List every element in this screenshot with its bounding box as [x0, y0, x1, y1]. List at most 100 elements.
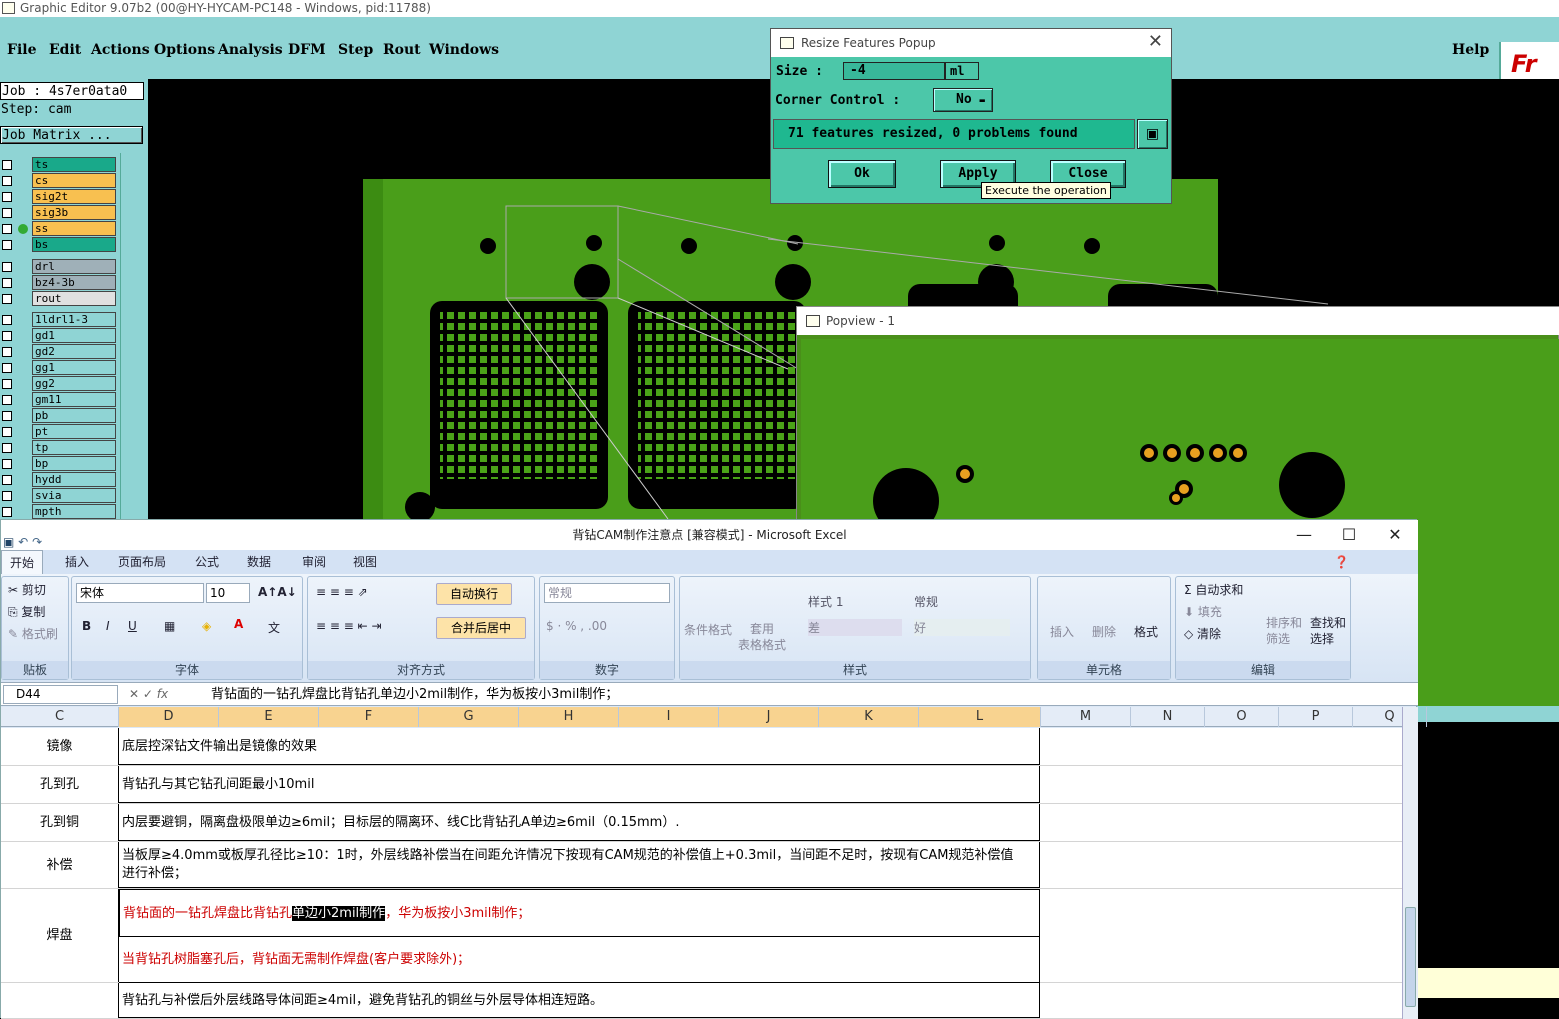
layer-row[interactable]: sig3b: [0, 205, 118, 220]
cell-c[interactable]: [1, 983, 119, 1018]
layer-name[interactable]: gd2: [32, 344, 116, 359]
format-cells-button[interactable]: 格式: [1134, 623, 1158, 640]
insert-cells-button[interactable]: 插入: [1050, 623, 1074, 640]
layer-row[interactable]: gg2: [0, 376, 118, 391]
conditional-format-button[interactable]: 条件格式: [684, 621, 732, 638]
layer-row[interactable]: gd2: [0, 344, 118, 359]
style-good[interactable]: 好: [914, 619, 1010, 636]
clear-button[interactable]: ◇ 清除: [1184, 625, 1221, 642]
job-matrix-button[interactable]: Job Matrix ...: [0, 126, 143, 144]
column-header[interactable]: P: [1279, 707, 1353, 727]
table-row[interactable]: 焊盘 背钻面的一钻孔焊盘比背钻孔单边小2mil制作，华为板按小3mil制作； 当…: [1, 889, 1402, 983]
layer-checkbox[interactable]: [2, 278, 12, 288]
layer-row[interactable]: gg1: [0, 360, 118, 375]
layer-checkbox[interactable]: [2, 395, 12, 405]
cell-c[interactable]: 孔到铜: [1, 804, 119, 841]
layer-row[interactable]: hydd: [0, 472, 118, 487]
layer-row[interactable]: drl: [0, 259, 118, 274]
maximize-icon[interactable]: ☐: [1329, 520, 1369, 550]
layer-checkbox[interactable]: [2, 224, 12, 234]
layer-name[interactable]: hydd: [32, 472, 116, 487]
menu-rout[interactable]: Rout: [383, 42, 421, 58]
cut-button[interactable]: ✂ 剪切: [8, 581, 46, 598]
tab-insert[interactable]: 插入: [65, 550, 89, 574]
menu-actions[interactable]: Actions: [91, 42, 150, 58]
menu-dfm[interactable]: DFM: [288, 42, 326, 58]
layer-checkbox[interactable]: [2, 427, 12, 437]
layer-name[interactable]: bs: [32, 237, 116, 252]
layer-name[interactable]: sig2t: [32, 189, 116, 204]
menu-help[interactable]: Help: [1452, 42, 1489, 58]
font-size-select[interactable]: 10: [206, 583, 250, 603]
menu-options[interactable]: Options: [154, 42, 215, 58]
layer-name[interactable]: pt: [32, 424, 116, 439]
layer-row[interactable]: rout: [0, 291, 118, 306]
layer-row[interactable]: tp: [0, 440, 118, 455]
tab-data[interactable]: 数据: [247, 550, 271, 574]
style-normal[interactable]: 常规: [914, 593, 938, 610]
layer-checkbox[interactable]: [2, 507, 12, 517]
menu-edit[interactable]: Edit: [49, 42, 81, 58]
layer-row[interactable]: ts: [0, 157, 118, 172]
column-header[interactable]: L: [919, 707, 1041, 727]
cell-d[interactable]: 当板厚≥4.0mm或板厚孔径比≥10：1时，外层线路补偿当在间距允许情况下按现有…: [119, 842, 1040, 888]
cell-c[interactable]: 补偿: [1, 842, 119, 888]
vertical-scrollbar[interactable]: [1402, 707, 1418, 1019]
layer-checkbox[interactable]: [2, 363, 12, 373]
scroll-thumb[interactable]: [1405, 907, 1416, 1007]
find-select-button[interactable]: 查找和 选择: [1310, 615, 1346, 647]
layer-checkbox[interactable]: [2, 192, 12, 202]
layer-row[interactable]: gm11: [0, 392, 118, 407]
layer-row[interactable]: bp: [0, 456, 118, 471]
cell-c[interactable]: 镜像: [1, 728, 119, 765]
cell-c[interactable]: 焊盘: [1, 889, 119, 982]
layer-name[interactable]: sig3b: [32, 205, 116, 220]
report-icon[interactable]: ▣: [1137, 119, 1168, 149]
layer-row[interactable]: mpth: [0, 504, 118, 519]
layer-row[interactable]: cs: [0, 173, 118, 188]
layer-name[interactable]: gd1: [32, 328, 116, 343]
tab-page-layout[interactable]: 页面布局: [118, 550, 166, 574]
column-header[interactable]: O: [1205, 707, 1279, 727]
tab-view[interactable]: 视图: [353, 550, 377, 574]
layer-row[interactable]: sig2t: [0, 189, 118, 204]
column-header[interactable]: K: [819, 707, 919, 727]
wrap-text-button[interactable]: 自动换行: [436, 583, 512, 605]
delete-cells-button[interactable]: 删除: [1092, 623, 1116, 640]
layer-name[interactable]: drl: [32, 259, 116, 274]
column-header[interactable]: M: [1041, 707, 1131, 727]
fx-icon[interactable]: ✕ ✓ fx: [129, 685, 168, 704]
name-box[interactable]: D44: [3, 685, 118, 704]
formula-input[interactable]: 背钻面的一钻孔焊盘比背钻孔单边小2mil制作，华为板按小3mil制作；: [211, 685, 618, 704]
tab-home[interactable]: 开始: [1, 550, 44, 574]
layer-checkbox[interactable]: [2, 347, 12, 357]
layer-checkbox[interactable]: [2, 331, 12, 341]
layer-name[interactable]: gg1: [32, 360, 116, 375]
column-header[interactable]: E: [219, 707, 319, 727]
cell-c[interactable]: 孔到孔: [1, 766, 119, 803]
tab-review[interactable]: 审阅: [302, 550, 326, 574]
layer-name[interactable]: pb: [32, 408, 116, 423]
layer-row[interactable]: bs: [0, 237, 118, 252]
font-color-icon[interactable]: A: [234, 617, 243, 631]
layer-row[interactable]: pt: [0, 424, 118, 439]
cell-d[interactable]: 内层要避铜，隔离盘极限单边≥6mil；目标层的隔离环、线C比背钻孔A单边≥6mi…: [119, 804, 1040, 841]
underline-icon[interactable]: U: [128, 619, 137, 633]
table-row[interactable]: 补偿 当板厚≥4.0mm或板厚孔径比≥10：1时，外层线路补偿当在间距允许情况下…: [1, 842, 1402, 889]
column-header[interactable]: N: [1131, 707, 1205, 727]
layer-checkbox[interactable]: [2, 475, 12, 485]
align-top-icon[interactable]: ≡ ≡ ≡ ⇗: [316, 585, 368, 599]
fill-color-icon[interactable]: ◈: [202, 619, 211, 633]
layer-name[interactable]: gg2: [32, 376, 116, 391]
column-header[interactable]: G: [419, 707, 519, 727]
grow-font-icon[interactable]: A↑A↓: [258, 585, 297, 599]
layer-row[interactable]: ss: [0, 221, 118, 236]
popup-titlebar[interactable]: Resize Features Popup ✕: [771, 29, 1171, 57]
layer-checkbox[interactable]: [2, 491, 12, 501]
layer-checkbox[interactable]: [2, 379, 12, 389]
layer-checkbox[interactable]: [2, 459, 12, 469]
layer-checkbox[interactable]: [2, 176, 12, 186]
tab-formulas[interactable]: 公式: [195, 550, 219, 574]
layer-checkbox[interactable]: [2, 443, 12, 453]
format-as-table-button[interactable]: 套用 表格格式: [738, 621, 786, 653]
